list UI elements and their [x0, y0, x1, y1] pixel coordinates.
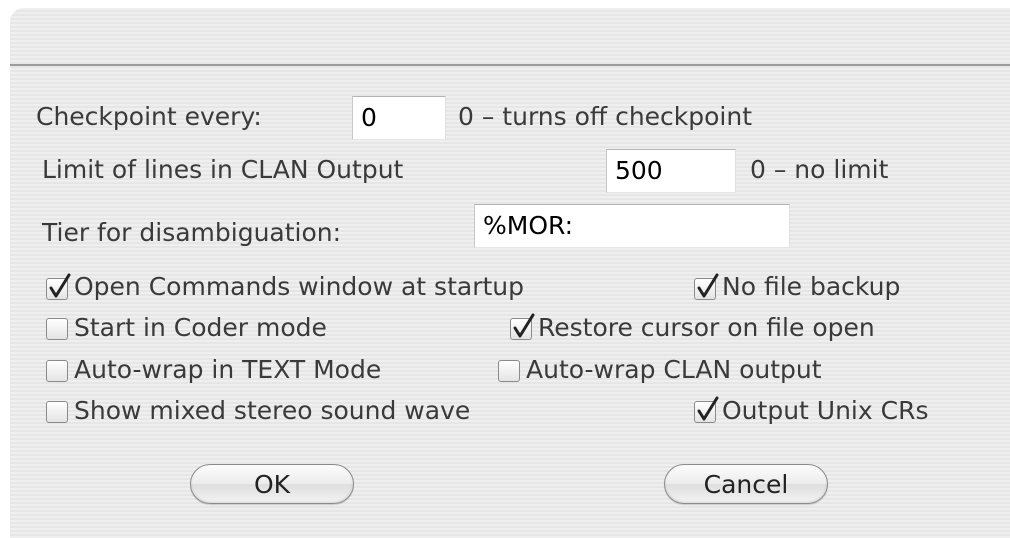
- checkbox-no-file-backup[interactable]: [694, 273, 719, 300]
- checkmark-icon: [49, 273, 71, 298]
- option-label: Show mixed stereo sound wave: [74, 396, 471, 425]
- title-bar[interactable]: [10, 8, 1010, 66]
- option-label: No file backup: [722, 272, 901, 301]
- option-label: Open Commands window at startup: [74, 272, 524, 301]
- option-label: Output Unix CRs: [722, 396, 929, 425]
- ok-button[interactable]: OK: [190, 464, 354, 504]
- checkpoint-input[interactable]: 0: [352, 96, 446, 140]
- checkpoint-label: Checkpoint every:: [36, 102, 262, 131]
- checkbox-start-coder-mode[interactable]: [46, 318, 68, 340]
- limit-lines-label: Limit of lines in CLAN Output: [42, 155, 404, 184]
- tier-input[interactable]: %MOR:: [474, 204, 790, 248]
- limit-lines-input[interactable]: 500: [606, 149, 736, 193]
- preferences-dialog: Checkpoint every: 0 0 – turns off checkp…: [10, 8, 1010, 538]
- option-label: Auto-wrap CLAN output: [526, 355, 822, 384]
- checkbox-mixed-stereo[interactable]: [46, 401, 68, 423]
- checkbox-open-commands[interactable]: [46, 273, 71, 300]
- checkbox-auto-wrap-text[interactable]: [46, 360, 68, 382]
- limit-lines-hint: 0 – no limit: [750, 155, 889, 184]
- checkmark-icon: [697, 396, 719, 421]
- checkbox-output-unix-crs[interactable]: [694, 396, 719, 423]
- option-label: Restore cursor on file open: [538, 313, 875, 342]
- checkmark-icon: [697, 273, 719, 298]
- checkbox-restore-cursor[interactable]: [510, 313, 535, 340]
- checkmark-icon: [513, 313, 535, 338]
- checkpoint-hint: 0 – turns off checkpoint: [458, 102, 753, 131]
- tier-label: Tier for disambiguation:: [42, 218, 342, 247]
- cancel-button[interactable]: Cancel: [664, 464, 828, 504]
- option-label: Auto-wrap in TEXT Mode: [74, 355, 382, 384]
- option-label: Start in Coder mode: [74, 313, 327, 342]
- checkbox-auto-wrap-clan[interactable]: [498, 360, 520, 382]
